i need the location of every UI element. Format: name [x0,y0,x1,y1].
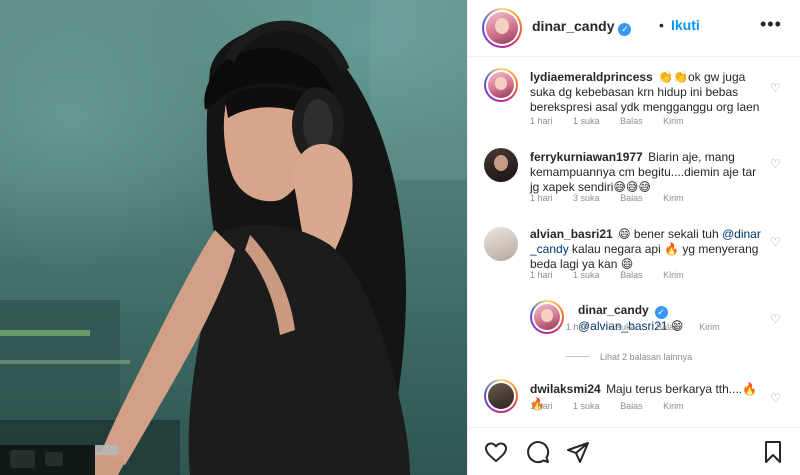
comment-like-heart-icon[interactable]: ♡ [770,81,781,95]
post-photo[interactable] [0,0,467,475]
comment-likes[interactable]: 1 suka [573,270,600,280]
comment-meta: 1 hari 1 suka Balas Kirim [530,116,702,126]
comment-meta: 1 hari 1 suka Balas Kirim [530,270,702,280]
follow-button[interactable]: Ikuti [671,17,700,33]
post-action-bar [468,427,800,475]
reply-like-heart-icon[interactable]: ♡ [770,312,781,326]
comment-avatar[interactable] [484,68,518,102]
reply-button[interactable]: Balas [620,116,643,126]
comment-time[interactable]: 1 hari [530,270,553,280]
comment-meta: 1 hari 3 suka Balas Kirim [530,193,702,203]
comment-like-heart-icon[interactable]: ♡ [770,235,781,249]
reply-avatar[interactable] [530,300,564,334]
comment-likes[interactable]: 3 suka [573,193,600,203]
reply-button[interactable]: Balas [620,270,643,280]
post-header: dinar_candy ✓ • Ikuti ••• [468,0,800,57]
comment-icon[interactable] [526,440,550,464]
comment-username[interactable]: alvian_basri21 [530,227,613,241]
comment-likes[interactable]: 1 suka [573,116,600,126]
replies-divider-line [566,356,590,357]
comment-username[interactable]: ferrykurniawan1977 [530,150,643,164]
comment-time[interactable]: 1 hari [530,116,553,126]
heart-icon[interactable] [484,440,508,464]
comment-text: ferrykurniawan1977 Biarin aje, mang kema… [530,150,762,195]
send-button[interactable]: Kirim [663,116,684,126]
comment-time[interactable]: 1 hari [530,401,553,411]
comment-avatar[interactable] [484,379,518,413]
comment-meta: 1 hari 1 suka Balas Kirim [530,401,702,411]
reply-username[interactable]: dinar_candy [578,303,649,317]
send-button[interactable]: Kirim [699,322,720,332]
comment-likes[interactable]: 1 suka [573,401,600,411]
paper-plane-icon[interactable] [566,440,590,464]
view-more-replies-label[interactable]: Lihat 2 balasan lainnya [600,352,692,362]
comment-avatar[interactable] [484,227,518,261]
verified-badge-icon: ✓ [618,23,632,36]
author-avatar[interactable] [482,8,522,48]
comment-username[interactable]: lydiaemeraldprincess [530,70,653,84]
comment-body-start: 😄 bener sekali tuh [618,227,722,241]
reply-time[interactable]: 1 hari [566,322,589,332]
header-separator: • [659,17,664,33]
comment-time[interactable]: 1 hari [530,193,553,203]
comment-username[interactable]: dwilaksmi24 [530,382,601,396]
more-options-icon[interactable]: ••• [760,14,782,35]
reply-button[interactable]: Balas [620,401,643,411]
comment-text: alvian_basri21 😄 bener sekali tuh @dinar… [530,227,762,272]
view-more-replies-button[interactable]: Lihat 2 balasan lainnya [566,352,692,362]
bookmark-icon[interactable] [761,440,785,464]
comment-text: lydiaemeraldprincess 👏👏ok gw juga suka d… [530,70,762,115]
reply-button[interactable]: Balas [620,193,643,203]
comment-avatar[interactable] [484,148,518,182]
reply-likes[interactable]: 2 suka [609,322,636,332]
verified-badge-icon: ✓ [654,306,668,319]
comment-like-heart-icon[interactable]: ♡ [770,157,781,171]
author-username[interactable]: dinar_candy ✓ [532,18,632,36]
dj-photo-illustration [0,0,467,475]
send-button[interactable]: Kirim [663,270,684,280]
reply-meta: 1 hari 2 suka Balas Kirim [566,322,738,332]
post-side-panel: dinar_candy ✓ • Ikuti ••• lydiaemeraldpri… [467,0,800,475]
comment-like-heart-icon[interactable]: ♡ [770,391,781,405]
send-button[interactable]: Kirim [663,401,684,411]
reply-button[interactable]: Balas [656,322,679,332]
send-button[interactable]: Kirim [663,193,684,203]
